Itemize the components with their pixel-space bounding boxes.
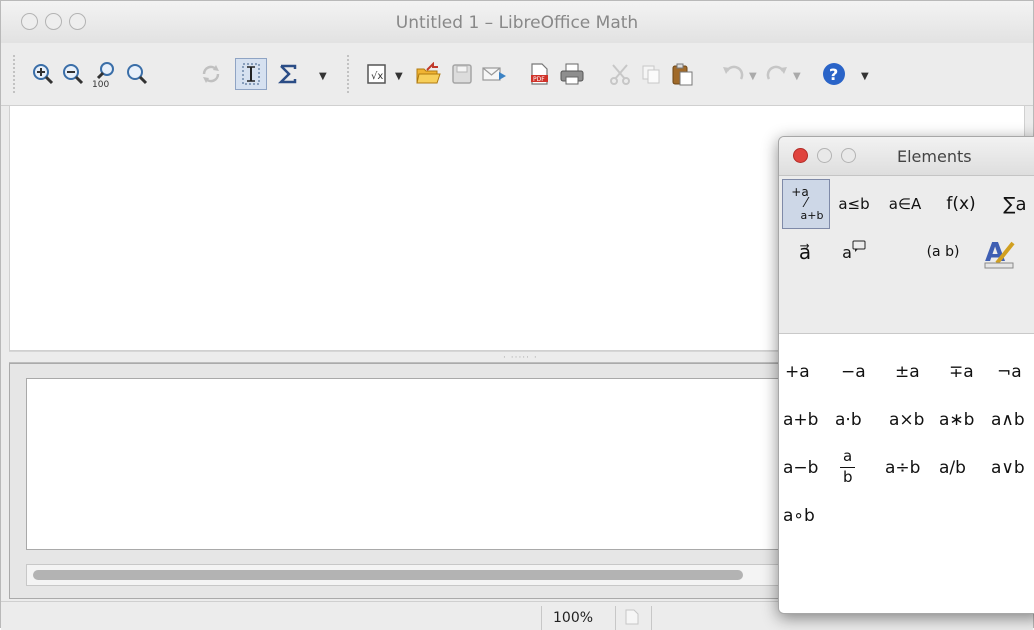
- category-others[interactable]: a: [831, 232, 877, 272]
- panel-minimize-button[interactable]: [817, 148, 832, 163]
- svg-text:PDF: PDF: [533, 76, 545, 83]
- element-a-plus-b[interactable]: a+b: [783, 410, 818, 430]
- export-pdf-icon[interactable]: PDF: [525, 60, 553, 88]
- window-title: Untitled 1 – LibreOffice Math: [395, 13, 639, 33]
- element-not-a[interactable]: ¬a: [997, 362, 1022, 382]
- copy-icon[interactable]: [637, 60, 665, 88]
- toolbar-grip[interactable]: [13, 55, 15, 93]
- elements-panel-title: Elements: [897, 147, 972, 166]
- undo-dropdown[interactable]: ▼: [749, 71, 757, 82]
- undo-icon[interactable]: [719, 60, 747, 88]
- element-a-div-b[interactable]: a÷b: [885, 458, 920, 478]
- element-minusplus-a[interactable]: ∓a: [949, 362, 974, 382]
- help-icon[interactable]: ?: [819, 60, 849, 88]
- formula-cursor-icon[interactable]: [235, 58, 267, 90]
- cut-icon[interactable]: [605, 60, 635, 88]
- zoom-100-label: 100: [92, 80, 109, 88]
- element-a-or-b[interactable]: a∨b: [991, 458, 1025, 478]
- zoom-out-icon[interactable]: [59, 60, 87, 88]
- category-brackets[interactable]: (a b): [915, 232, 971, 272]
- element-a-ast-b[interactable]: a∗b: [939, 410, 974, 430]
- element-plus-a[interactable]: +a: [785, 362, 810, 382]
- category-relations[interactable]: a≤b: [831, 183, 877, 225]
- document-modified-icon: [625, 609, 639, 629]
- splitter-grip: · ····· ·: [503, 353, 538, 363]
- open-folder-icon[interactable]: [413, 60, 443, 88]
- fraction-numerator: a: [843, 447, 853, 465]
- category-attributes[interactable]: a⃗: [785, 232, 825, 272]
- svg-text:?: ?: [829, 65, 838, 84]
- toolbar-overflow-dropdown[interactable]: ▼: [319, 71, 327, 82]
- element-a-cdot-b[interactable]: a⋅b: [835, 410, 862, 430]
- redo-dropdown[interactable]: ▼: [793, 71, 801, 82]
- svg-text:√x: √x: [371, 71, 383, 82]
- category-operators[interactable]: ∑a: [991, 183, 1034, 225]
- category-unary-binary[interactable]: +a ⁄ a+b: [782, 179, 830, 229]
- toolbar-more-dropdown[interactable]: ▼: [861, 71, 869, 82]
- category-functions[interactable]: f(x): [933, 183, 989, 225]
- update-icon[interactable]: [197, 60, 225, 88]
- element-a-circ-b[interactable]: a∘b: [783, 506, 815, 526]
- element-a-times-b[interactable]: a×b: [889, 410, 924, 430]
- status-divider: [651, 606, 652, 630]
- element-a-and-b[interactable]: a∧b: [991, 410, 1025, 430]
- panel-close-button[interactable]: [793, 148, 808, 163]
- element-plusminus-a[interactable]: ±a: [895, 362, 920, 382]
- toolbar-separator: [347, 55, 349, 93]
- status-divider: [615, 606, 616, 630]
- status-divider: [541, 606, 542, 630]
- category-label-bottom: a+b: [800, 209, 824, 222]
- main-toolbar: 100 ▼ √x ▼ PDF ▼ ▼ ? ▼: [1, 43, 1033, 106]
- redo-icon[interactable]: [763, 60, 791, 88]
- title-bar: Untitled 1 – LibreOffice Math: [1, 1, 1033, 44]
- zoom-in-icon[interactable]: [29, 60, 57, 88]
- show-all-icon[interactable]: [123, 60, 151, 88]
- elements-list: +a −a ±a ∓a ¬a a+b a⋅b a×b a∗b a∧b a−b a…: [779, 334, 1034, 613]
- elements-panel: Elements +a ⁄ a+b a≤b a∈A f(x) ∑a a⃗ a (…: [778, 136, 1034, 614]
- zoom-100-icon[interactable]: 100: [89, 60, 121, 88]
- element-minus-a[interactable]: −a: [841, 362, 866, 382]
- panel-zoom-button[interactable]: [841, 148, 856, 163]
- element-a-minus-b[interactable]: a−b: [783, 458, 818, 478]
- print-icon[interactable]: [557, 60, 587, 88]
- symbols-icon[interactable]: [273, 60, 303, 88]
- insert-formula-dropdown[interactable]: ▼: [395, 71, 403, 82]
- category-others-label: a: [842, 242, 852, 262]
- speech-bubble-icon: [852, 240, 866, 252]
- save-icon[interactable]: [449, 60, 475, 88]
- element-fraction[interactable]: a b: [839, 447, 857, 487]
- format-attributes-icon[interactable]: A: [975, 232, 1025, 272]
- elements-panel-titlebar[interactable]: Elements: [779, 137, 1034, 176]
- zoom-level[interactable]: 100%: [553, 610, 593, 626]
- scrollbar-thumb[interactable]: [33, 570, 743, 580]
- fraction-denominator: b: [843, 468, 853, 486]
- category-set-operations[interactable]: a∈A: [877, 183, 933, 225]
- send-email-icon[interactable]: [479, 60, 509, 88]
- element-a-slash-b[interactable]: a/b: [939, 458, 966, 478]
- insert-formula-icon[interactable]: √x: [363, 60, 391, 88]
- category-slash: ⁄: [804, 196, 808, 211]
- paste-icon[interactable]: [667, 60, 697, 88]
